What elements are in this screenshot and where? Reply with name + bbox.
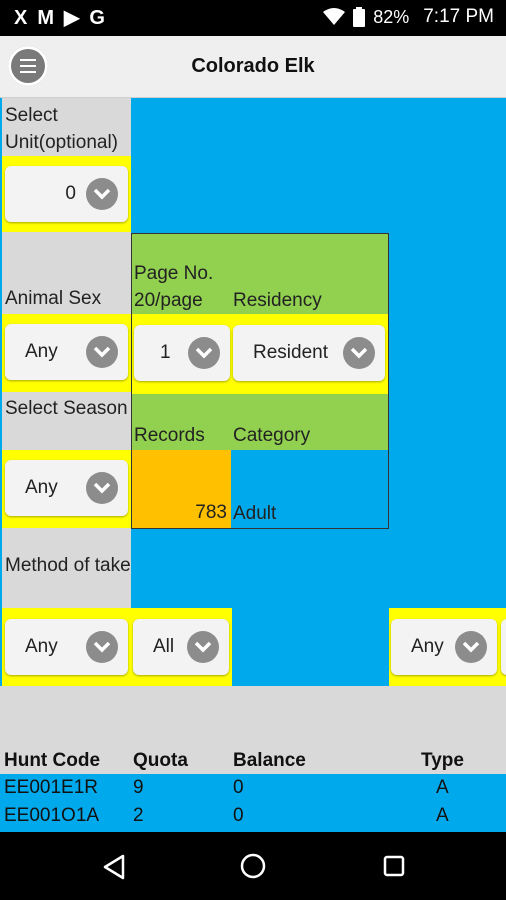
- recents-icon[interactable]: [383, 855, 405, 877]
- table-row[interactable]: EE001E1R 9 0 A: [0, 774, 506, 802]
- method-sub-value: All: [153, 636, 175, 657]
- col-type: Type: [421, 750, 464, 771]
- type-cell: A: [436, 777, 449, 798]
- hunt-code-cell: EE001E1R: [4, 777, 99, 798]
- animal-sex-label: Animal Sex: [5, 288, 102, 309]
- residency-label: Residency: [233, 290, 322, 311]
- google-icon: G: [89, 7, 105, 29]
- x-app-icon: X: [14, 7, 28, 29]
- animal-sex-dropdown[interactable]: Any: [5, 324, 128, 380]
- balance-cell: 0: [233, 805, 244, 826]
- overflow-dropdown[interactable]: [501, 619, 506, 675]
- chevron-down-icon: [188, 337, 220, 369]
- balance-cell: 0: [233, 777, 244, 798]
- back-icon[interactable]: [102, 854, 126, 880]
- results-summary-box: Page No. 20/page Residency 1 Resident Re…: [131, 233, 389, 529]
- hunt-search-panel: Select Unit(optional) 0 Animal Sex Any S…: [0, 98, 506, 832]
- animal-sex-value: Any: [25, 341, 58, 362]
- type-value: Any: [411, 636, 444, 657]
- hunt-code-cell: EE001O1A: [4, 805, 100, 826]
- records-category-header: Records Category: [132, 394, 388, 450]
- col-balance: Balance: [233, 750, 306, 771]
- method-sub-dropdown[interactable]: All: [133, 619, 229, 675]
- animal-sex-label-cell: Animal Sex: [2, 232, 131, 314]
- chevron-down-icon: [86, 178, 118, 210]
- clock: 7:17 PM: [423, 6, 494, 27]
- chevron-down-icon: [187, 631, 219, 663]
- gmail-icon: M: [37, 7, 55, 29]
- residency-value: Resident: [253, 342, 328, 363]
- battery-percent: 82%: [373, 6, 410, 27]
- table-header-band: Hunt Code Quota Balance Type: [0, 686, 506, 774]
- chevron-down-icon: [86, 472, 118, 504]
- season-label-cell: Select Season: [2, 392, 131, 450]
- table-row[interactable]: EE001O1A 2 0 A: [0, 802, 506, 830]
- type-cell: A: [436, 805, 449, 826]
- home-icon[interactable]: [240, 853, 266, 879]
- notification-icons: X M ▶ G: [14, 6, 105, 30]
- season-value: Any: [25, 477, 58, 498]
- records-count-cell: 783: [132, 450, 231, 528]
- page-number-dropdown[interactable]: 1: [134, 325, 230, 381]
- chevron-down-icon: [86, 336, 118, 368]
- battery-icon: [353, 7, 366, 27]
- page-number-value: 1: [160, 342, 171, 363]
- method-value: Any: [25, 636, 58, 657]
- method-label: Method of take: [5, 555, 131, 576]
- unit-dropdown[interactable]: 0: [5, 166, 128, 222]
- unit-value: 0: [65, 183, 76, 204]
- play-store-icon: ▶: [64, 7, 80, 29]
- navigation-bar: [0, 832, 506, 900]
- method-label-cell: Method of take: [2, 528, 131, 608]
- unit-label: Select Unit(optional): [5, 105, 118, 153]
- col-quota: Quota: [133, 750, 188, 771]
- category-value: Adult: [233, 503, 277, 524]
- residency-dropdown[interactable]: Resident: [233, 325, 385, 381]
- quota-cell: 9: [133, 777, 144, 798]
- records-count: 783: [195, 502, 227, 523]
- page-title: Colorado Elk: [191, 55, 315, 77]
- app-bar: Colorado Elk: [0, 36, 506, 98]
- season-dropdown[interactable]: Any: [5, 460, 128, 516]
- chevron-down-icon: [343, 337, 375, 369]
- category-label: Category: [233, 425, 311, 446]
- col-hunt-code: Hunt Code: [4, 750, 101, 771]
- wifi-icon: [323, 8, 346, 25]
- system-icons: 82% 7:17 PM: [323, 6, 494, 28]
- page-residency-header: Page No. 20/page Residency: [132, 234, 388, 314]
- page-no-label: Page No. 20/page: [134, 263, 214, 311]
- chevron-down-icon: [455, 631, 487, 663]
- status-bar: X M ▶ G 82% 7:17 PM: [0, 0, 506, 36]
- season-label: Select Season: [5, 398, 128, 419]
- unit-label-cell: Select Unit(optional): [2, 98, 131, 156]
- method-dropdown[interactable]: Any: [5, 619, 128, 675]
- quota-cell: 2: [133, 805, 144, 826]
- records-label: Records: [134, 425, 205, 446]
- chevron-down-icon: [86, 631, 118, 663]
- type-dropdown[interactable]: Any: [391, 619, 497, 675]
